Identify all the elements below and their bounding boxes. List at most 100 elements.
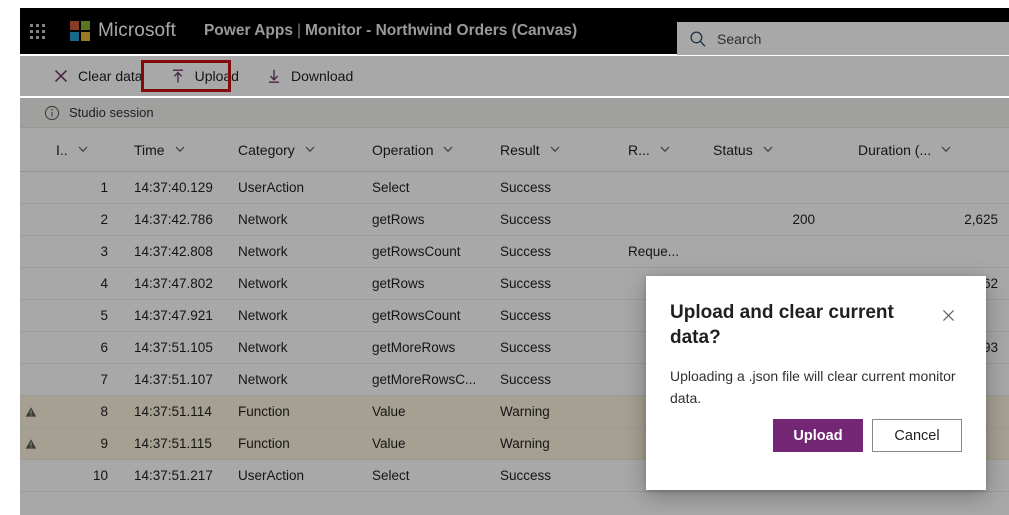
cell-operation: Value — [372, 436, 406, 451]
column-header-duration-label: Duration (... — [858, 141, 932, 158]
cell-operation: getMoreRows — [372, 340, 456, 355]
dialog-message: Uploading a .json file will clear curren… — [670, 368, 956, 406]
chevron-down-icon — [174, 142, 186, 158]
microsoft-wordmark: Microsoft — [98, 20, 176, 41]
cell-result: Warning — [500, 404, 550, 419]
download-arrow-icon — [265, 67, 283, 85]
cell-id: 6 — [100, 340, 108, 355]
column-header-category-label: Category — [238, 141, 295, 158]
grid-header-row: I.. Time Category Operation Result R... … — [20, 128, 1009, 172]
close-x-icon — [52, 67, 70, 85]
chevron-down-icon — [549, 142, 561, 158]
cell-status: 200 — [792, 212, 815, 227]
cell-time: 14:37:51.107 — [134, 372, 213, 387]
cell-operation: getRows — [372, 212, 425, 227]
cell-duration: 2,625 — [964, 212, 998, 227]
cell-result: Success — [500, 468, 552, 483]
chevron-down-icon — [762, 142, 774, 158]
column-header-id[interactable]: I.. — [42, 142, 116, 158]
cell-id: 4 — [100, 276, 108, 291]
microsoft-logo-icon — [70, 21, 90, 41]
clear-data-label: Clear data — [78, 68, 143, 84]
search-box[interactable]: Search — [677, 22, 1009, 55]
cell-id: 9 — [100, 436, 108, 451]
cell-time: 14:37:47.921 — [134, 308, 213, 323]
cell-operation: Value — [372, 404, 406, 419]
upload-arrow-icon — [169, 67, 187, 85]
chevron-down-icon — [304, 142, 316, 158]
cell-category: UserAction — [238, 468, 305, 483]
dialog-cancel-button[interactable]: Cancel — [872, 419, 962, 452]
clear-data-button[interactable]: Clear data — [42, 60, 153, 92]
column-header-time-label: Time — [134, 141, 165, 158]
table-row[interactable]: 3 14:37:42.808 Network getRowsCount Success R… — [20, 236, 1009, 268]
cell-operation: getRows — [372, 276, 425, 291]
cell-result: Success — [500, 276, 552, 291]
column-header-result[interactable]: Result — [500, 142, 628, 158]
cell-time: 14:37:51.105 — [134, 340, 213, 355]
cell-id: 1 — [100, 180, 108, 195]
session-info-bar: Studio session — [20, 98, 1009, 128]
cell-category: Network — [238, 244, 288, 259]
dialog-upload-button[interactable]: Upload — [773, 419, 863, 452]
cell-category: Network — [238, 212, 288, 227]
cell-time: 14:37:42.808 — [134, 244, 213, 259]
cell-category: Network — [238, 308, 288, 323]
cell-result: Success — [500, 340, 552, 355]
column-header-status[interactable]: Status — [713, 142, 858, 158]
cell-time: 14:37:51.217 — [134, 468, 213, 483]
chevron-down-icon — [940, 142, 952, 158]
cell-category: Network — [238, 340, 288, 355]
cell-id: 7 — [100, 372, 108, 387]
cell-operation: getRowsCount — [372, 308, 461, 323]
column-header-duration[interactable]: Duration (... — [858, 142, 998, 158]
cell-result: Success — [500, 308, 552, 323]
dialog-header: Upload and clear current data? — [670, 300, 962, 350]
cell-id: 8 — [100, 404, 108, 419]
close-icon[interactable] — [934, 301, 962, 329]
cell-time: 14:37:40.129 — [134, 180, 213, 195]
table-row[interactable]: 2 14:37:42.786 Network getRows Success 200 2,6… — [20, 204, 1009, 236]
search-placeholder: Search — [717, 30, 762, 47]
cell-result: Warning — [500, 436, 550, 451]
column-header-request-label: R... — [628, 141, 650, 158]
warning-triangle-icon — [20, 406, 42, 418]
monitor-toolbar: Clear data Upload Download — [20, 56, 1009, 96]
cell-category: Function — [238, 436, 290, 451]
table-row[interactable]: 1 14:37:40.129 UserAction Select Success — [20, 172, 1009, 204]
cell-id: 5 — [100, 308, 108, 323]
column-header-operation[interactable]: Operation — [372, 142, 500, 158]
cell-result: Success — [500, 372, 552, 387]
cell-request: Reque... — [628, 244, 680, 259]
chevron-down-icon — [77, 142, 89, 158]
cell-category: Network — [238, 276, 288, 291]
cell-result: Success — [500, 180, 552, 195]
download-label: Download — [290, 68, 354, 84]
cell-operation: Select — [372, 468, 410, 483]
chevron-down-icon — [442, 142, 454, 158]
cell-time: 14:37:42.786 — [134, 212, 213, 227]
cell-time: 14:37:51.114 — [134, 404, 212, 419]
cell-id: 2 — [100, 212, 108, 227]
cell-id: 3 — [100, 244, 108, 259]
column-header-operation-label: Operation — [372, 141, 434, 158]
cell-result: Success — [500, 212, 552, 227]
column-header-request[interactable]: R... — [628, 142, 713, 158]
download-button[interactable]: Download — [255, 60, 363, 92]
column-header-time[interactable]: Time — [116, 142, 237, 158]
warning-triangle-icon — [20, 438, 42, 450]
dialog-actions: Upload Cancel — [773, 419, 962, 452]
cell-time: 14:37:47.802 — [134, 276, 213, 291]
cell-result: Success — [500, 244, 552, 259]
app-launcher-waffle-icon[interactable] — [20, 8, 54, 54]
cell-category: Network — [238, 372, 288, 387]
app-title: Power Apps | Monitor - Northwind Orders (C… — [204, 22, 577, 40]
cell-id: 10 — [92, 468, 108, 483]
column-header-id-label: I.. — [56, 141, 68, 158]
chevron-down-icon — [659, 142, 671, 158]
upload-label: Upload — [194, 68, 239, 84]
column-header-status-label: Status — [713, 141, 753, 158]
upload-button[interactable]: Upload — [159, 60, 249, 92]
upload-confirm-dialog: Upload and clear current data? Uploading… — [646, 276, 986, 490]
column-header-category[interactable]: Category — [237, 142, 372, 158]
